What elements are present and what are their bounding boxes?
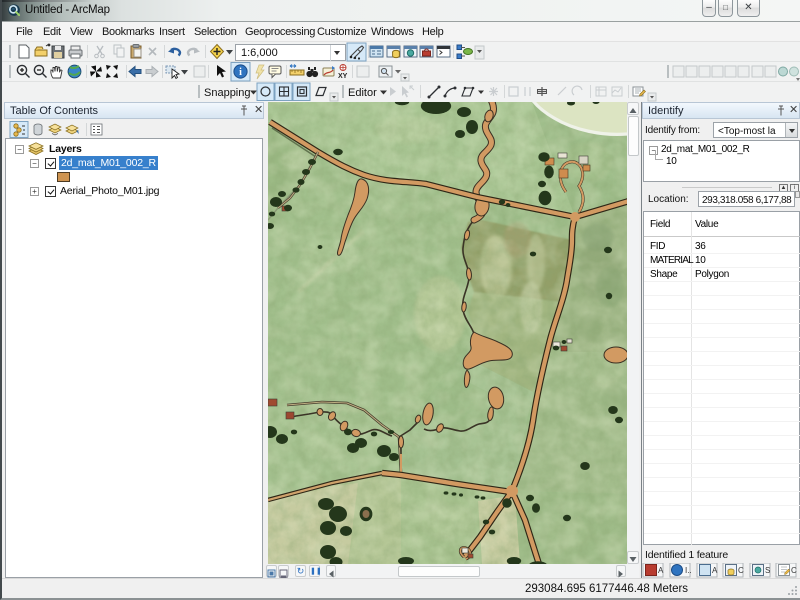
svg-text:C: C [738, 566, 744, 575]
svg-text:I..: I.. [685, 566, 692, 575]
svg-text:XY: XY [338, 73, 348, 80]
svg-text:A: A [658, 566, 664, 575]
svg-text:Snapping: Snapping [204, 87, 251, 99]
svg-text:i: i [239, 67, 242, 78]
svg-text:S: S [765, 566, 770, 575]
svg-text:C: C [791, 566, 797, 575]
svg-text:Editor: Editor [348, 87, 377, 99]
svg-text:A: A [712, 566, 718, 575]
